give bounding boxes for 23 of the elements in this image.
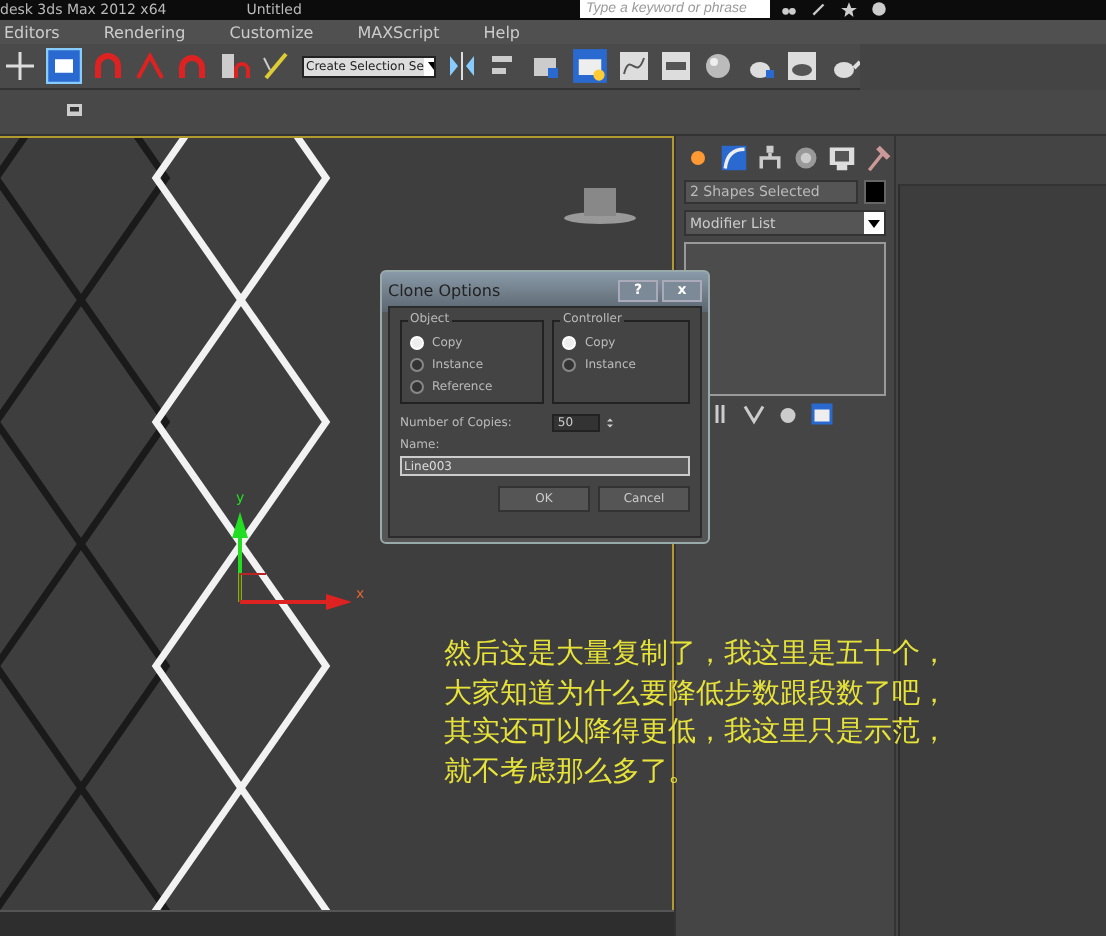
display-icon[interactable] [828, 144, 856, 172]
hammer-icon[interactable] [864, 144, 892, 172]
track-bar[interactable] [0, 910, 674, 936]
menu-item[interactable]: Customize [229, 23, 314, 41]
viewport-layout-icon[interactable] [64, 98, 88, 122]
caret-icon [868, 219, 880, 227]
select-icon[interactable] [46, 48, 82, 84]
curve-editor-icon[interactable] [618, 50, 650, 82]
hierarchy-icon[interactable] [756, 144, 784, 172]
menu-item[interactable]: MAXScript [357, 23, 440, 41]
modify-icon[interactable] [720, 144, 748, 172]
move-icon[interactable] [4, 50, 36, 82]
transform-gizmo[interactable] [232, 512, 352, 610]
menu-item[interactable]: Editors [4, 23, 60, 41]
object-color-swatch[interactable] [864, 180, 886, 204]
mirror-icon[interactable] [446, 50, 478, 82]
caption-line: 就不考虑那么多了。 [444, 753, 696, 791]
viewcube-icon[interactable] [564, 188, 636, 224]
dialog-title: Clone Options [388, 281, 503, 299]
menu-item[interactable]: Rendering [103, 23, 186, 41]
modifier-stack[interactable] [684, 242, 886, 396]
star-icon[interactable] [840, 0, 858, 18]
menu-item[interactable]: Help [483, 23, 521, 41]
